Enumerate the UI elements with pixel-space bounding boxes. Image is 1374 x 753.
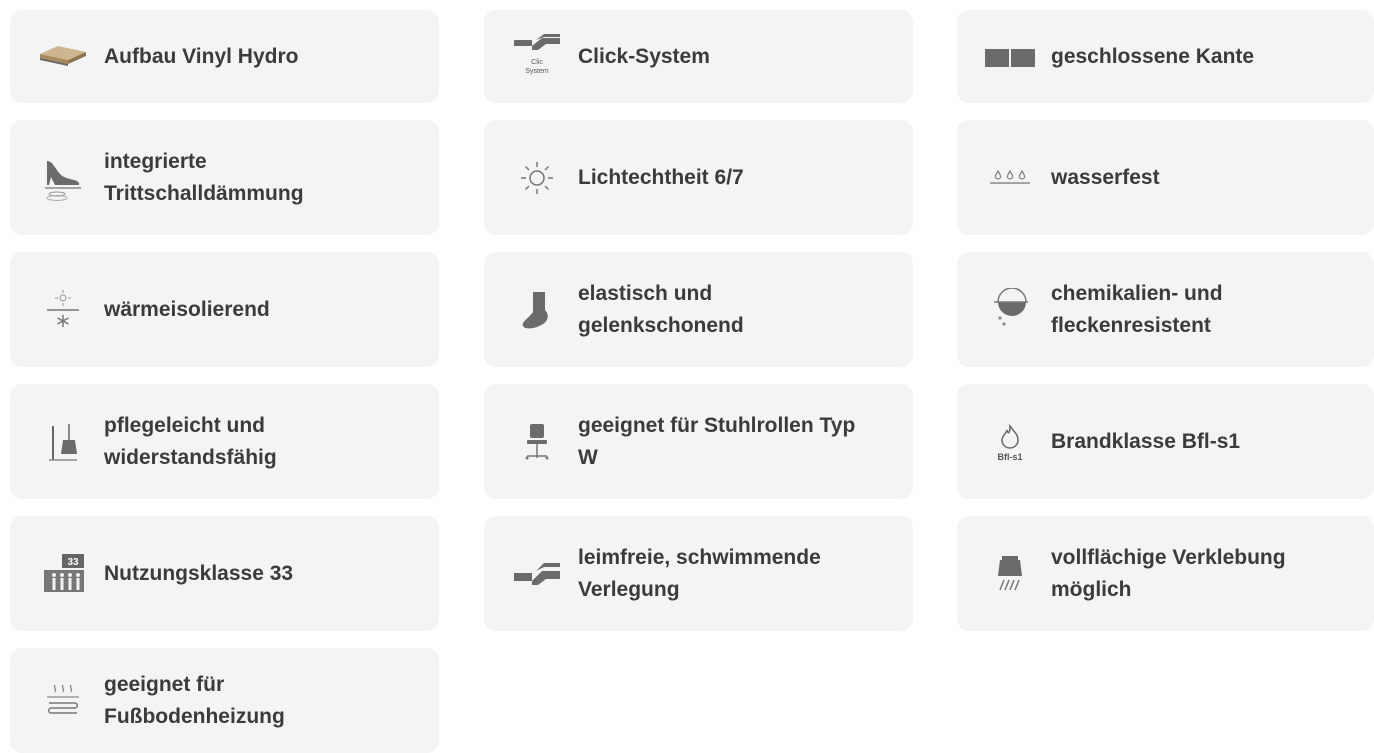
click-system-icon-text-1: Clic [531,59,543,66]
feature-grid: Aufbau Vinyl Hydro Clic System Click-Sys… [0,0,1374,753]
feature-label: vollflächige Verklebung möglich [1051,545,1286,601]
click-system-icon-text-2: System [525,68,549,75]
feature-label: elastisch und gelenkschonend [578,281,744,337]
feature-card-chemie: chemikalien- und fleckenresistent [957,252,1374,367]
floor-heating-icon [38,676,88,726]
feature-card-heizung: geeignet für Fußbodenheizung [10,648,439,753]
feature-label: pflegeleicht und widerstandsfähig [104,413,277,469]
feature-card-leimfrei: leimfreie, schwimmende Verlegung [484,516,913,631]
fire-class-icon-text: Bfl-s1 [997,452,1022,462]
fire-class-icon: Bfl-s1 [985,417,1035,467]
closed-edge-icon [985,32,1035,82]
feature-label: Lichtechtheit 6/7 [578,165,744,189]
feature-label: Click-System [578,44,710,68]
feature-card-brand: Bfl-s1 Brandklasse Bfl-s1 [957,384,1374,499]
feature-label: wasserfest [1051,165,1160,189]
usage-class-icon: 33 [38,549,88,599]
feature-card-click: Clic System Click-System [484,10,913,103]
feature-card-waerme: wärmeisolierend [10,252,439,367]
feature-card-stuhl: geeignet für Stuhlrollen Typ W [484,384,913,499]
feature-card-elastisch: elastisch und gelenkschonend [484,252,913,367]
floating-install-icon [512,549,562,599]
glue-trowel-icon [985,549,1035,599]
feature-label: wärmeisolierend [104,297,270,321]
high-heel-icon [38,153,88,203]
feature-card-wasser: wasserfest [957,120,1374,235]
foot-icon [512,285,562,335]
feature-label: geeignet für Stuhlrollen Typ W [578,413,856,469]
sun-icon [512,153,562,203]
feature-card-licht: Lichtechtheit 6/7 [484,120,913,235]
broom-icon [38,417,88,467]
feature-card-pflege: pflegeleicht und widerstandsfähig [10,384,439,499]
water-drops-icon [985,153,1035,203]
feature-label: geschlossene Kante [1051,44,1255,68]
feature-label: Brandklasse Bfl-s1 [1051,429,1241,453]
usage-class-icon-text: 33 [67,557,79,568]
feature-card-kante: geschlossene Kante [957,10,1374,103]
feature-card-verklebung: vollflächige Verklebung möglich [957,516,1374,631]
feature-label: integrierte Trittschalldämmung [104,149,304,205]
plank-layers-icon [38,32,88,82]
feature-label: leimfreie, schwimmende Verlegung [578,545,821,601]
chemical-flask-icon [985,285,1035,335]
feature-label: Nutzungsklasse 33 [104,561,294,585]
feature-card-trittschall: integrierte Trittschalldämmung [10,120,439,235]
feature-card-nutzung: 33 Nutzungsklasse 33 [10,516,439,631]
feature-label: Aufbau Vinyl Hydro [104,44,299,68]
sun-snowflake-icon [38,285,88,335]
office-chair-icon [512,417,562,467]
feature-label: chemikalien- und fleckenresistent [1051,281,1223,337]
feature-label: geeignet für Fußbodenheizung [104,672,285,728]
click-system-icon: Clic System [512,32,562,82]
feature-card-aufbau: Aufbau Vinyl Hydro [10,10,439,103]
